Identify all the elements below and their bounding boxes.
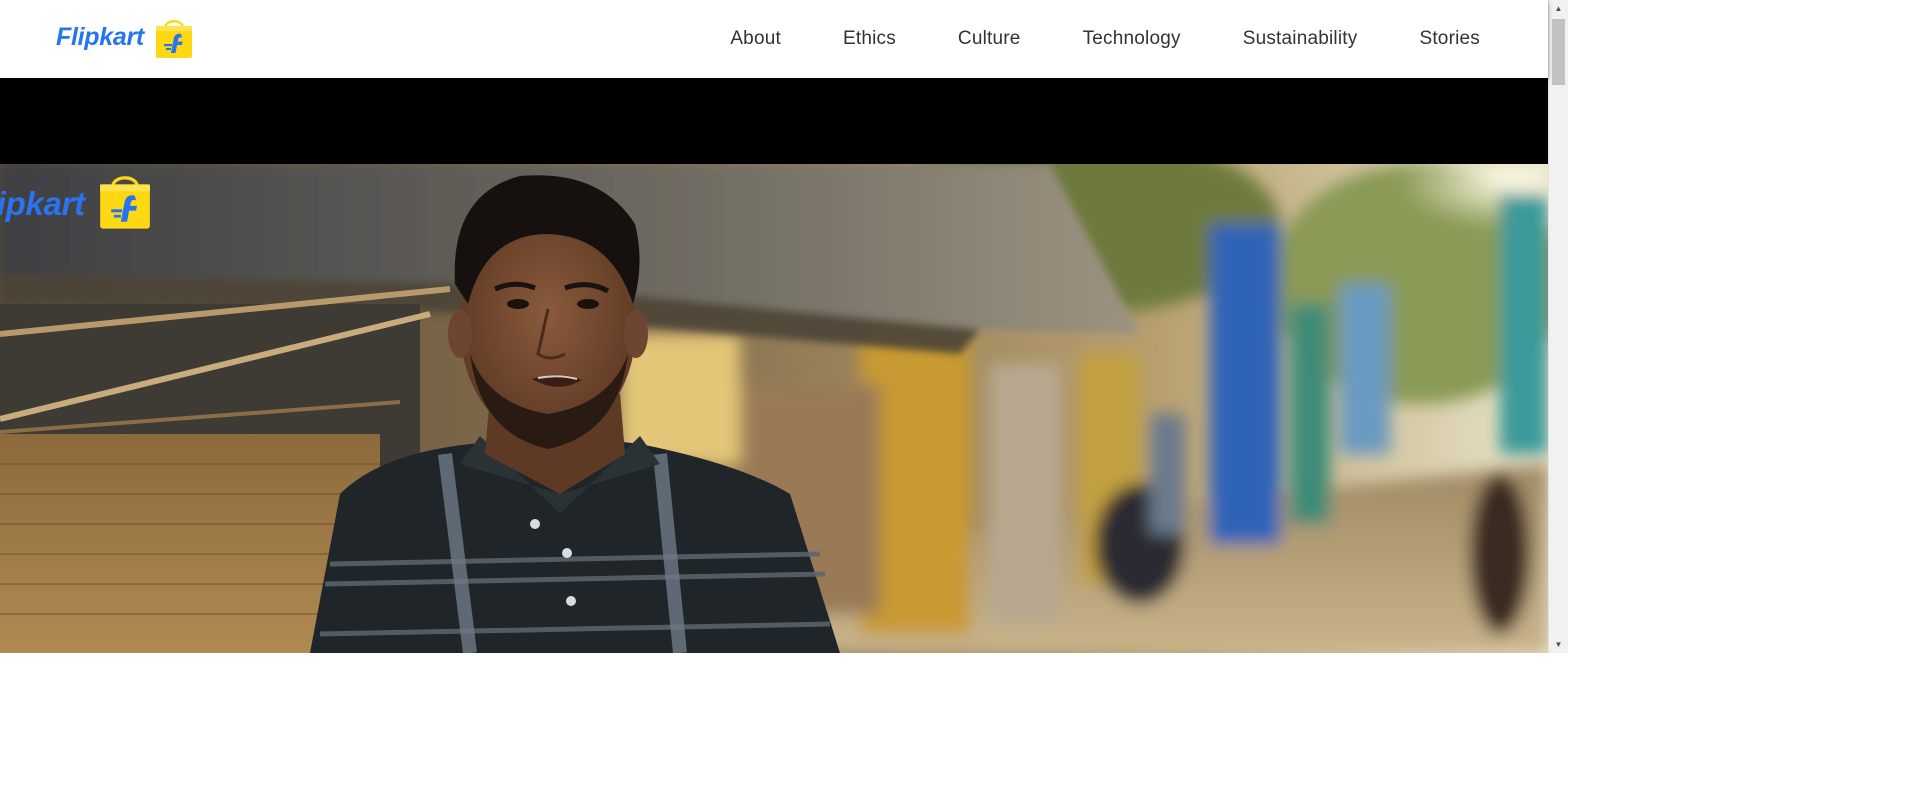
hero-watermark-wordmark: Flipkart (0, 184, 85, 222)
page-scrollbar[interactable]: ▲ ▼ (1548, 0, 1568, 653)
hero-video-frame[interactable]: Flipkart (0, 164, 1548, 653)
nav-link-culture[interactable]: Culture (958, 28, 1021, 50)
flipkart-bag-icon (97, 172, 153, 235)
scroll-up-arrow-icon[interactable]: ▲ (1549, 0, 1568, 17)
page: Flipkart About Ethics Culture Technology… (0, 0, 1568, 653)
nav-link-technology[interactable]: Technology (1083, 28, 1181, 50)
nav-link-stories[interactable]: Stories (1419, 28, 1480, 50)
brand-wordmark: Flipkart (56, 22, 144, 51)
main-navigation: About Ethics Culture Technology Sustaina… (668, 0, 1480, 78)
scroll-down-arrow-icon[interactable]: ▼ (1549, 636, 1568, 653)
site-header: Flipkart About Ethics Culture Technology… (0, 0, 1548, 78)
flipkart-bag-icon (154, 17, 194, 58)
video-letterbox-band (0, 78, 1548, 164)
brand-logo-link[interactable]: Flipkart (56, 15, 194, 59)
hero-video-still (0, 164, 1548, 653)
hero-watermark-logo: Flipkart (0, 172, 153, 235)
nav-link-about[interactable]: About (730, 28, 781, 50)
scrollbar-thumb[interactable] (1552, 19, 1565, 85)
nav-link-sustainability[interactable]: Sustainability (1243, 28, 1358, 50)
nav-link-ethics[interactable]: Ethics (843, 28, 896, 50)
